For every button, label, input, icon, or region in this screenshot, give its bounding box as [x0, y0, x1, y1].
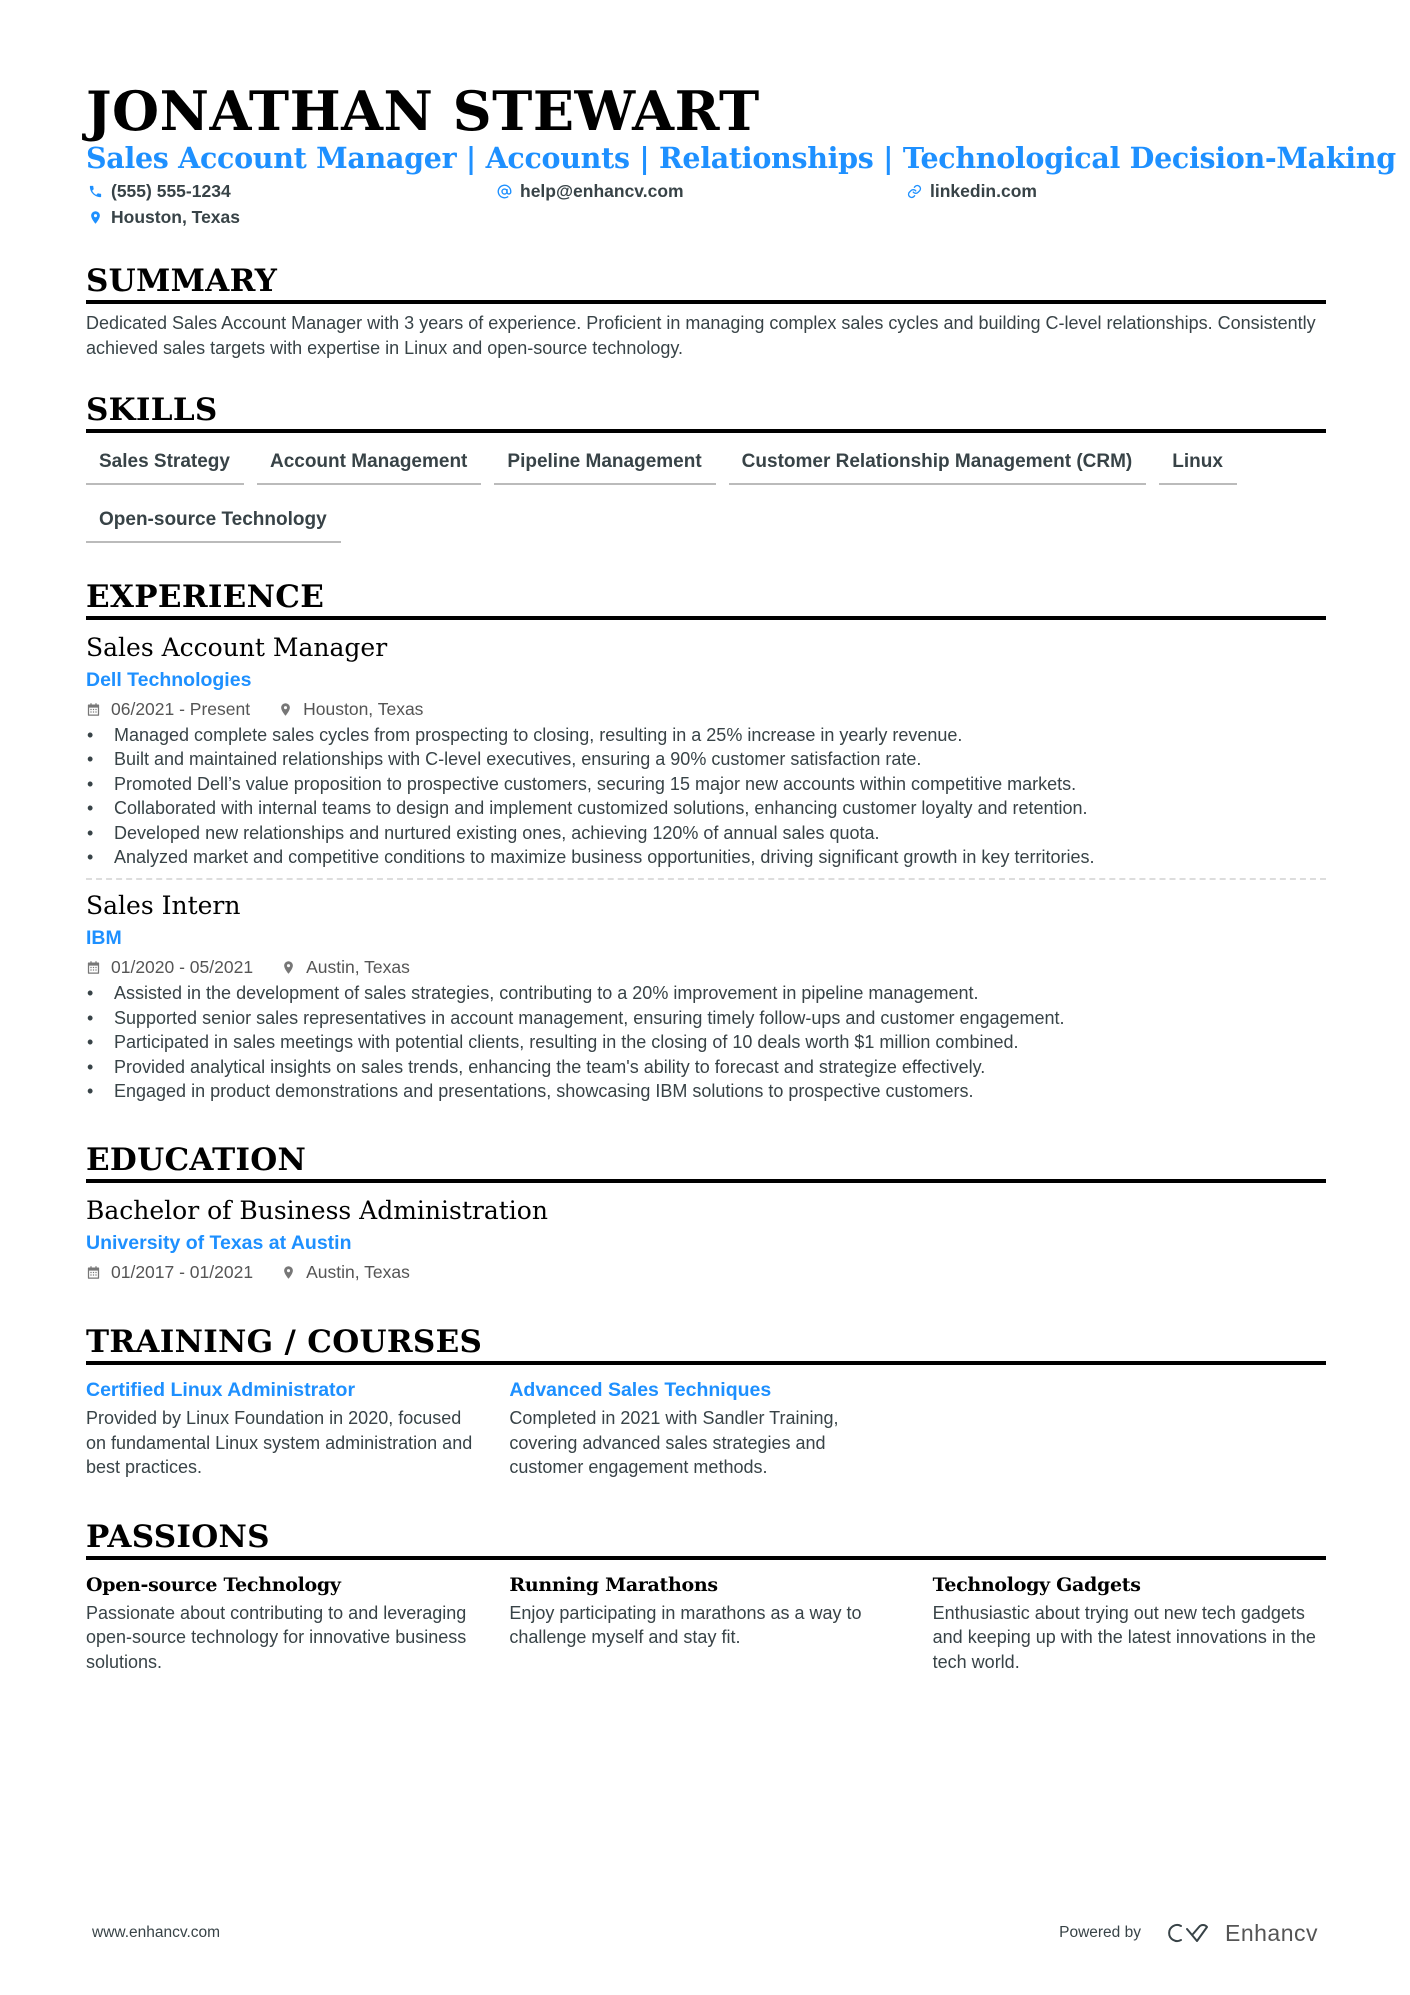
linkedin-link[interactable]: linkedin.com — [930, 181, 1037, 202]
skills-list: Sales Strategy Account Management Pipeli… — [86, 443, 1326, 543]
contact-location: Houston, Texas — [86, 204, 495, 230]
candidate-headline: Sales Account Manager | Accounts | Relat… — [86, 141, 1396, 175]
phone-icon — [86, 182, 104, 200]
passions-section: PASSIONS Open-source Technology Passiona… — [86, 1518, 1326, 1674]
training-list: Certified Linux Administrator Provided b… — [86, 1377, 1326, 1479]
candidate-name: JONATHAN STEWART — [86, 79, 760, 143]
link-icon — [905, 182, 923, 200]
passion-title: Technology Gadgets — [932, 1573, 1141, 1596]
at-icon — [495, 182, 513, 200]
contact-email: help@enhancv.com — [495, 178, 905, 204]
skills-section: SKILLS Sales Strategy Account Management… — [86, 391, 1326, 543]
job-bullets: Assisted in the development of sales str… — [86, 981, 1326, 1103]
passion-item: Running Marathons Enjoy participating in… — [509, 1572, 902, 1674]
skill-tag: Customer Relationship Management (CRM) — [728, 443, 1147, 485]
section-title-experience: EXPERIENCE — [86, 578, 1326, 620]
location-pin-icon — [86, 208, 104, 226]
resume-header: JONATHAN STEWART Sales Account Manager |… — [86, 78, 1396, 230]
job-meta: 06/2021 - Present Houston, Texas — [86, 696, 1326, 722]
bullet-item: Managed complete sales cycles from prosp… — [86, 723, 1326, 748]
job-dates: 06/2021 - Present — [111, 699, 251, 719]
passions-list: Open-source Technology Passionate about … — [86, 1572, 1326, 1674]
company-name: IBM — [86, 927, 122, 950]
job-bullets: Managed complete sales cycles from prosp… — [86, 723, 1326, 870]
section-title-passions: PASSIONS — [86, 1518, 1326, 1560]
experience-section: EXPERIENCE Sales Account Manager Dell Te… — [86, 578, 1326, 1104]
bullet-item: Engaged in product demonstrations and pr… — [86, 1079, 1326, 1104]
bullet-item: Supported senior sales representatives i… — [86, 1006, 1326, 1031]
job-dates: 01/2020 - 05/2021 — [111, 957, 254, 978]
entry-divider — [86, 878, 1326, 881]
skill-tag: Pipeline Management — [494, 443, 716, 485]
job-meta: 01/2020 - 05/2021 Austin, Texas — [86, 954, 1326, 980]
phone-number[interactable]: (555) 555-1234 — [111, 181, 231, 202]
course-title: Advanced Sales Techniques — [509, 1379, 772, 1402]
job-title: Sales Account Manager — [86, 633, 388, 662]
email-link[interactable]: help@enhancv.com — [520, 181, 684, 202]
job-title: Sales Intern — [86, 891, 241, 921]
education-location: Austin, Texas — [306, 1262, 410, 1283]
contact-info: (555) 555-1234 help@enhancv.com linkedin… — [86, 178, 1326, 230]
location-text: Houston, Texas — [111, 206, 241, 227]
passion-description: Passionate about contributing to and lev… — [86, 1602, 467, 1672]
location-pin-icon — [281, 702, 290, 716]
section-title-training: TRAINING / COURSES — [86, 1323, 1326, 1366]
contact-phone: (555) 555-1234 — [86, 178, 495, 204]
skill-tag: Linux — [1159, 443, 1237, 485]
calendar-icon — [87, 1266, 100, 1279]
skill-tag: Open-source Technology — [86, 501, 341, 543]
job-location: Austin, Texas — [306, 957, 410, 978]
course-description: Provided by Linux Foundation in 2020, fo… — [86, 1408, 473, 1478]
passion-title: Open-source Technology — [86, 1573, 341, 1596]
passion-item: Open-source Technology Passionate about … — [86, 1572, 479, 1674]
bullet-item: Developed new relationships and nurtured… — [86, 821, 1326, 846]
company-name: Dell Technologies — [86, 669, 252, 691]
experience-entry: Sales Intern IBM 01/2020 - 05/2021 Austi… — [86, 890, 1326, 1103]
calendar-icon — [87, 961, 100, 974]
degree-title: Bachelor of Business Administration — [86, 1196, 548, 1226]
job-location: Houston, Texas — [303, 699, 424, 719]
skill-tag: Account Management — [256, 443, 482, 485]
skill-tag: Sales Strategy — [86, 443, 244, 485]
course-description: Completed in 2021 with Sandler Training,… — [509, 1408, 839, 1478]
course-title: Certified Linux Administrator — [86, 1379, 356, 1402]
bullet-item: Analyzed market and competitive conditio… — [86, 845, 1326, 870]
footer-website-link[interactable]: www.enhancv.com — [92, 1924, 220, 1942]
passion-description: Enjoy participating in marathons as a wa… — [509, 1602, 862, 1648]
location-pin-icon — [284, 961, 293, 974]
training-item: Certified Linux Administrator Provided b… — [86, 1377, 479, 1479]
summary-section: SUMMARY Dedicated Sales Account Manager … — [86, 262, 1326, 360]
passion-description: Enthusiastic about trying out new tech g… — [932, 1602, 1316, 1672]
education-meta: 01/2017 - 01/2021 Austin, Texas — [86, 1259, 1326, 1285]
bullet-item: Collaborated with internal teams to desi… — [86, 796, 1326, 821]
school-name: University of Texas at Austin — [86, 1232, 352, 1255]
bullet-item: Assisted in the development of sales str… — [86, 981, 1326, 1006]
resume-page: JONATHAN STEWART Sales Account Manager |… — [86, 78, 1396, 1674]
contact-linkedin: linkedin.com — [905, 178, 1315, 204]
section-title-skills: SKILLS — [86, 391, 1326, 433]
training-item: Advanced Sales Techniques Completed in 2… — [509, 1377, 902, 1479]
calendar-icon — [87, 702, 100, 716]
location-pin-icon — [284, 1266, 293, 1279]
section-title-education: EDUCATION — [86, 1141, 1326, 1184]
passion-item: Technology Gadgets Enthusiastic about tr… — [933, 1572, 1326, 1674]
enhancv-logo[interactable]: Enhancv — [1167, 1920, 1318, 1947]
bullet-item: Provided analytical insights on sales tr… — [86, 1055, 1326, 1080]
experience-entry: Sales Account Manager Dell Technologies … — [86, 632, 1326, 870]
enhancv-logo-icon — [1168, 1924, 1208, 1942]
powered-by-label: Powered by — [1059, 1924, 1141, 1941]
powered-by: Powered by Enhancv — [1059, 1920, 1318, 1947]
bullet-item: Built and maintained relationships with … — [86, 747, 1326, 772]
summary-text: Dedicated Sales Account Manager with 3 y… — [86, 313, 1316, 358]
section-title-summary: SUMMARY — [86, 262, 1326, 304]
bullet-item: Promoted Dell’s value proposition to pro… — [86, 772, 1326, 797]
passion-title: Running Marathons — [509, 1573, 718, 1596]
bullet-item: Participated in sales meetings with pote… — [86, 1030, 1326, 1055]
education-dates: 01/2017 - 01/2021 — [111, 1262, 254, 1283]
page-footer: www.enhancv.com Powered by Enhancv — [92, 1918, 1318, 1948]
brand-name: Enhancv — [1224, 1919, 1318, 1946]
training-section: TRAINING / COURSES Certified Linux Admin… — [86, 1323, 1326, 1479]
education-section: EDUCATION Bachelor of Business Administr… — [86, 1141, 1326, 1285]
